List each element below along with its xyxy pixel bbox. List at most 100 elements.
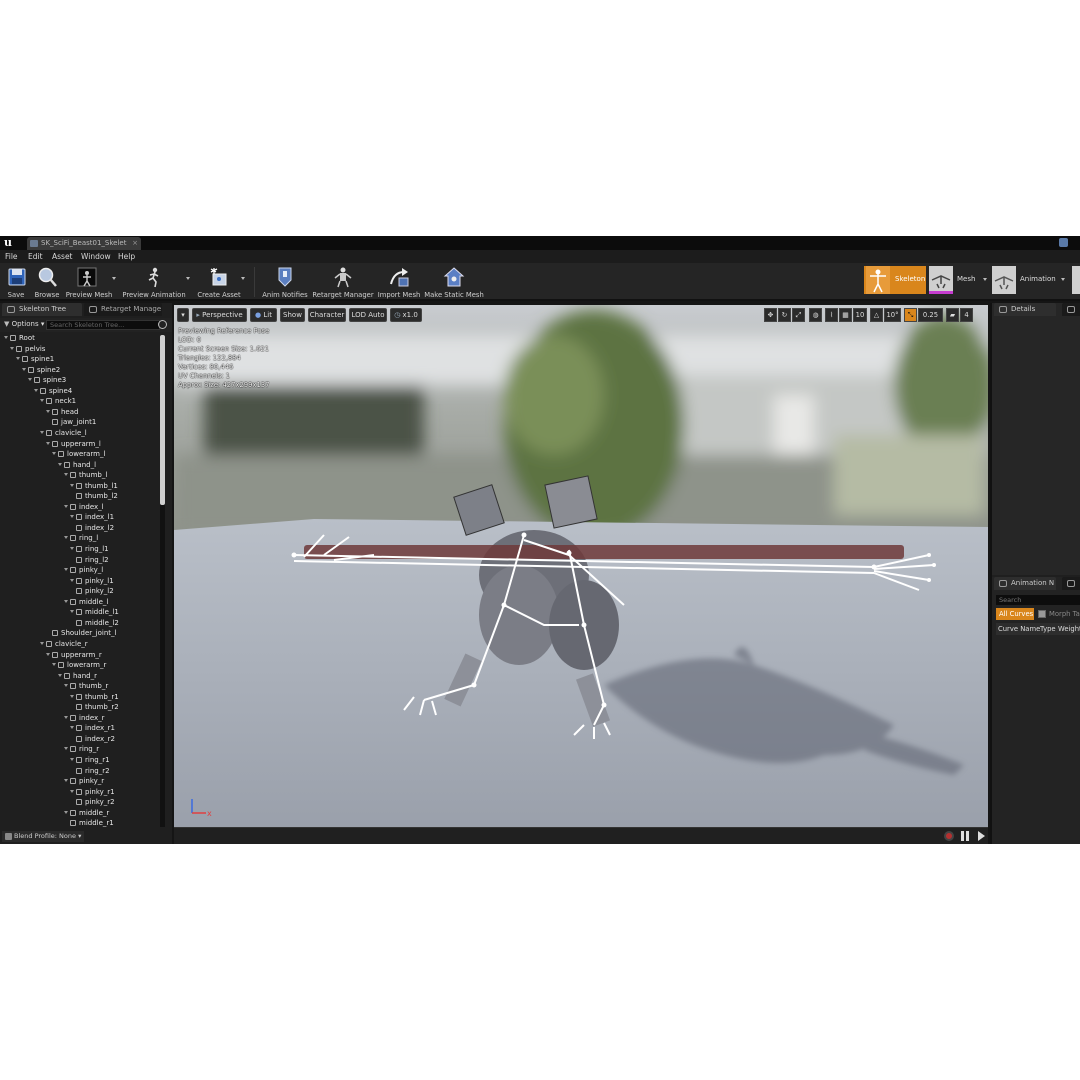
create-asset-button[interactable]: Create Asset [196,265,242,299]
make-static-mesh-button[interactable]: Make Static Mesh [424,265,484,299]
bone-row[interactable]: middle_l [64,597,108,607]
scale-snap-icon[interactable]: ⤡ [904,308,917,322]
perspective-button[interactable]: ▸ Perspective [192,308,247,322]
curves-search-input[interactable]: Search [996,595,1080,605]
scale-snap-value[interactable]: 0.25 [918,308,943,322]
menu-help[interactable]: Help [118,250,135,263]
expand-arrow-icon[interactable] [70,726,74,730]
weight-column-header[interactable]: Weight [1058,623,1080,635]
document-tab[interactable]: SK_SciFi_Beast01_Skelet × [27,237,141,250]
expand-arrow-icon[interactable] [64,747,68,751]
expand-arrow-icon[interactable] [40,430,44,434]
tab-anim-extra[interactable] [1062,577,1080,590]
tab-animation-curves[interactable]: Animation N [994,577,1056,590]
preview-animation-dropdown-icon[interactable] [186,277,190,280]
expand-arrow-icon[interactable] [70,515,74,519]
retarget-manager-button[interactable]: Retarget Manager [312,265,374,299]
menu-file[interactable]: File [5,250,18,263]
expand-arrow-icon[interactable] [64,599,68,603]
expand-arrow-icon[interactable] [70,610,74,614]
skeleton-mode-button[interactable]: Skeleton [864,266,926,294]
bone-row[interactable]: clavicle_r [40,639,88,649]
bone-row[interactable]: thumb_r [64,681,108,691]
bone-row[interactable]: hand_l [58,460,96,470]
type-column-header[interactable]: Type [1040,623,1056,635]
mesh-mode-dropdown-icon[interactable] [983,278,987,281]
bone-row[interactable]: ring_r2 [76,766,110,776]
bone-row[interactable]: pinky_l [64,565,103,575]
preview-mesh-dropdown-icon[interactable] [112,277,116,280]
bone-row[interactable]: ring_l1 [70,544,109,554]
expand-arrow-icon[interactable] [52,663,56,667]
browse-button[interactable]: Browse [32,265,62,299]
tab-details[interactable]: Details [994,303,1056,316]
grid-size-value[interactable]: 10 [853,308,867,322]
bone-row[interactable]: pinky_r1 [70,787,115,797]
tab-preview-settings[interactable] [1062,303,1080,316]
expand-arrow-icon[interactable] [58,462,62,466]
tab-skeleton-tree[interactable]: Skeleton Tree [2,303,82,316]
expand-arrow-icon[interactable] [52,452,56,456]
bone-row[interactable]: upperarm_r [46,650,102,660]
tree-scrollbar-thumb[interactable] [160,335,165,505]
expand-arrow-icon[interactable] [64,473,68,477]
expand-arrow-icon[interactable] [70,578,74,582]
bone-row[interactable]: index_r1 [70,723,115,733]
bone-row[interactable]: thumb_r2 [76,702,119,712]
expand-arrow-icon[interactable] [34,388,38,392]
mesh-mode-button[interactable]: Mesh [929,266,989,294]
lit-button[interactable]: ● Lit [250,308,277,322]
bone-row[interactable]: index_r [64,713,105,723]
curve-name-column-header[interactable]: Curve Name [998,623,1040,635]
expand-arrow-icon[interactable] [64,810,68,814]
search-icon[interactable] [158,320,167,329]
bone-row[interactable]: ring_l [64,533,98,543]
expand-arrow-icon[interactable] [4,336,8,339]
options-dropdown[interactable]: ▼ Options ▾ [4,320,44,328]
bone-row[interactable]: spine3 [28,375,66,385]
scale-tool-icon[interactable]: ⤢ [792,308,805,322]
lod-button[interactable]: LOD Auto [349,308,387,322]
expand-arrow-icon[interactable] [22,367,26,371]
rotation-snap-icon[interactable]: △ [870,308,883,322]
morph-targets-checkbox[interactable] [1038,610,1046,618]
expand-arrow-icon[interactable] [40,399,44,403]
bone-row[interactable]: middle_r [64,808,109,818]
save-button[interactable]: Save [2,265,30,299]
unreal-logo-icon[interactable]: u [1,236,15,250]
next-mode-thumbnail[interactable] [1072,266,1080,294]
world-local-icon[interactable]: ◍ [809,308,822,322]
bone-row[interactable]: neck1 [40,396,76,406]
menu-edit[interactable]: Edit [28,250,43,263]
bone-row[interactable]: Shoulder_joint_l [52,628,116,638]
expand-arrow-icon[interactable] [28,378,32,382]
bone-row[interactable]: ring_r1 [70,755,110,765]
expand-arrow-icon[interactable] [70,483,74,487]
menu-asset[interactable]: Asset [52,250,73,263]
grid-snap-icon[interactable]: ▦ [839,308,852,322]
translate-tool-icon[interactable]: ✥ [764,308,777,322]
expand-arrow-icon[interactable] [64,536,68,540]
record-icon[interactable] [944,831,954,841]
bone-row[interactable]: ring_r [64,744,99,754]
show-button[interactable]: Show [280,308,305,322]
bone-row[interactable]: index_r2 [76,734,115,744]
anim-notifies-button[interactable]: Anim Notifies [262,265,308,299]
bone-row[interactable]: clavicle_l [40,428,87,438]
expand-arrow-icon[interactable] [40,641,44,645]
bone-row[interactable]: hand_r [58,671,97,681]
animation-mode-button[interactable]: Animation [992,266,1070,294]
bone-row[interactable]: index_l [64,502,104,512]
bone-row[interactable]: thumb_r1 [70,692,119,702]
bone-row[interactable]: pinky_r [64,776,104,786]
bone-row[interactable]: middle_l1 [70,607,119,617]
bone-row[interactable]: pelvis [10,344,45,354]
bone-row[interactable]: pinky_r2 [76,797,115,807]
viewport[interactable]: ▾ ▸ Perspective ● Lit Show Character LOD… [174,305,988,827]
menu-window[interactable]: Window [81,250,111,263]
bone-row[interactable]: pinky_l2 [76,586,114,596]
bone-row[interactable]: Root [4,333,35,343]
bone-row[interactable]: lowerarm_r [52,660,106,670]
bone-row[interactable]: middle_r1 [70,818,114,828]
bone-row[interactable]: thumb_l1 [70,481,118,491]
